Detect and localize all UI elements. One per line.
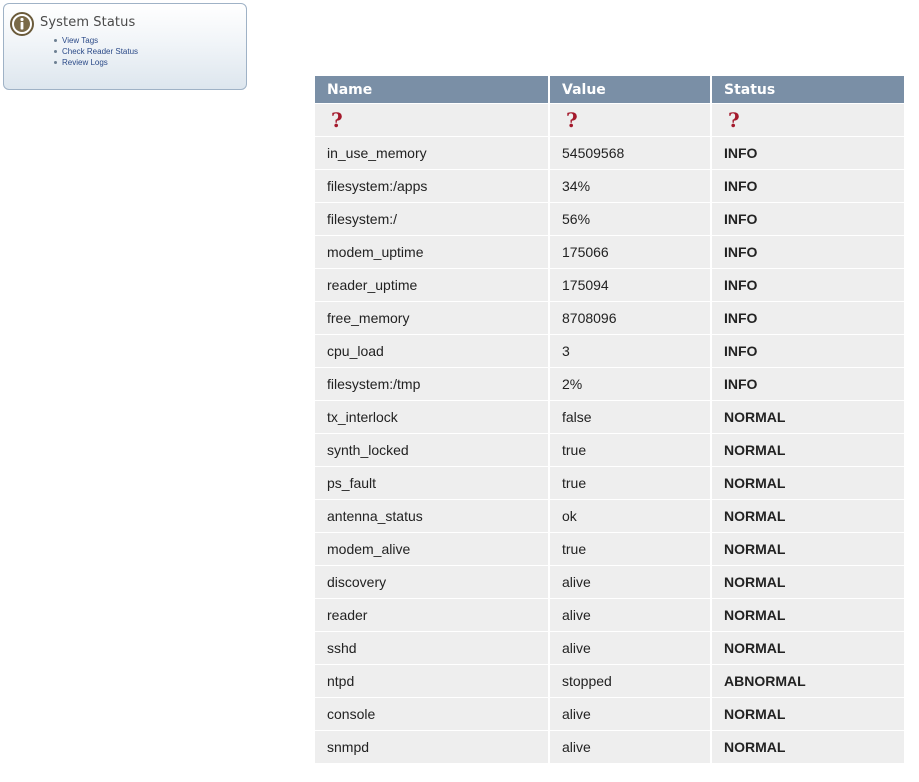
cell-status: NORMAL (712, 731, 904, 764)
cell-name: synth_locked (315, 434, 548, 467)
cell-name: filesystem:/tmp (315, 368, 548, 401)
table-row: filesystem:/tmp 2% INFO (315, 368, 904, 401)
cell-value: false (550, 401, 710, 434)
cell-name: reader (315, 599, 548, 632)
table-row: sshd alive NORMAL (315, 632, 904, 665)
help-icon[interactable]: ? (562, 108, 578, 132)
cell-status: NORMAL (712, 500, 904, 533)
cell-name: sshd (315, 632, 548, 665)
table-row: synth_locked true NORMAL (315, 434, 904, 467)
cell-name: free_memory (315, 302, 548, 335)
cell-name: reader_uptime (315, 269, 548, 302)
cell-value: 175094 (550, 269, 710, 302)
link-check-reader-status[interactable]: Check Reader Status (54, 46, 138, 57)
cell-value: 8708096 (550, 302, 710, 335)
help-row: ? ? ? (315, 104, 904, 137)
cell-status: INFO (712, 236, 904, 269)
table-row: modem_alive true NORMAL (315, 533, 904, 566)
cell-name: snmpd (315, 731, 548, 764)
cell-name: ps_fault (315, 467, 548, 500)
cell-value: 175066 (550, 236, 710, 269)
cell-value: true (550, 533, 710, 566)
table-header-row: Name Value Status (315, 76, 904, 104)
cell-status: INFO (712, 203, 904, 236)
cell-status: NORMAL (712, 566, 904, 599)
cell-status: INFO (712, 269, 904, 302)
cell-status: INFO (712, 368, 904, 401)
table-row: reader_uptime 175094 INFO (315, 269, 904, 302)
cell-status: INFO (712, 137, 904, 170)
cell-status: NORMAL (712, 533, 904, 566)
cell-name: filesystem:/apps (315, 170, 548, 203)
cell-status: NORMAL (712, 599, 904, 632)
cell-status: INFO (712, 335, 904, 368)
status-links: View Tags Check Reader Status Review Log… (54, 35, 138, 68)
cell-name: ntpd (315, 665, 548, 698)
table-row: tx_interlock false NORMAL (315, 401, 904, 434)
help-icon[interactable]: ? (327, 108, 343, 132)
table-row: antenna_status ok NORMAL (315, 500, 904, 533)
table-body: ? ? ? in_use_memory 54509568 INFO filesyste… (315, 104, 904, 764)
cell-name: cpu_load (315, 335, 548, 368)
cell-status: NORMAL (712, 434, 904, 467)
table-row: free_memory 8708096 INFO (315, 302, 904, 335)
table-row: filesystem:/56% INFO (315, 203, 904, 236)
column-header-status: Status (712, 76, 904, 104)
link-review-logs[interactable]: Review Logs (54, 57, 138, 68)
table-row: cpu_load 3 INFO (315, 335, 904, 368)
cell-status: NORMAL (712, 632, 904, 665)
cell-name: filesystem:/ (315, 203, 548, 236)
cell-value: 56% (550, 203, 710, 236)
link-view-tags[interactable]: View Tags (54, 35, 138, 46)
cell-value: ok (550, 500, 710, 533)
column-header-name: Name (315, 76, 548, 104)
cell-name: in_use_memory (315, 137, 548, 170)
table-row: snmpd alive NORMAL (315, 731, 904, 764)
cell-status: INFO (712, 302, 904, 335)
cell-name: modem_uptime (315, 236, 548, 269)
panel-title: System Status (40, 15, 136, 30)
cell-status: INFO (712, 170, 904, 203)
help-icon[interactable]: ? (724, 108, 740, 132)
cell-value: 34% (550, 170, 710, 203)
table-row: filesystem:/apps 34% INFO (315, 170, 904, 203)
cell-status: NORMAL (712, 467, 904, 500)
system-status-panel: System Status View Tags Check Reader Sta… (3, 3, 247, 90)
cell-value: alive (550, 566, 710, 599)
cell-name: console (315, 698, 548, 731)
status-table: Name Value Status ? ? ? in_use_memory 545… (313, 76, 906, 764)
help-cell-name: ? (315, 104, 548, 137)
table-row: ntpd stopped ABNORMAL (315, 665, 904, 698)
cell-value: 54509568 (550, 137, 710, 170)
cell-value: stopped (550, 665, 710, 698)
cell-value: 2% (550, 368, 710, 401)
table-row: discovery alive NORMAL (315, 566, 904, 599)
cell-status: NORMAL (712, 401, 904, 434)
cell-value: alive (550, 599, 710, 632)
info-icon (10, 12, 34, 36)
cell-value: alive (550, 698, 710, 731)
table-row: console alive NORMAL (315, 698, 904, 731)
column-header-value: Value (550, 76, 710, 104)
cell-value: true (550, 434, 710, 467)
cell-name: modem_alive (315, 533, 548, 566)
cell-name: discovery (315, 566, 548, 599)
table-row: ps_fault true NORMAL (315, 467, 904, 500)
table-row: modem_uptime 175066 INFO (315, 236, 904, 269)
cell-value: alive (550, 731, 710, 764)
cell-value: true (550, 467, 710, 500)
help-cell-value: ? (550, 104, 710, 137)
table-row: reader alive NORMAL (315, 599, 904, 632)
cell-name: tx_interlock (315, 401, 548, 434)
help-cell-status: ? (712, 104, 904, 137)
cell-value: alive (550, 632, 710, 665)
table-row: in_use_memory 54509568 INFO (315, 137, 904, 170)
cell-status: NORMAL (712, 698, 904, 731)
cell-status: ABNORMAL (712, 665, 904, 698)
cell-value: 3 (550, 335, 710, 368)
cell-name: antenna_status (315, 500, 548, 533)
